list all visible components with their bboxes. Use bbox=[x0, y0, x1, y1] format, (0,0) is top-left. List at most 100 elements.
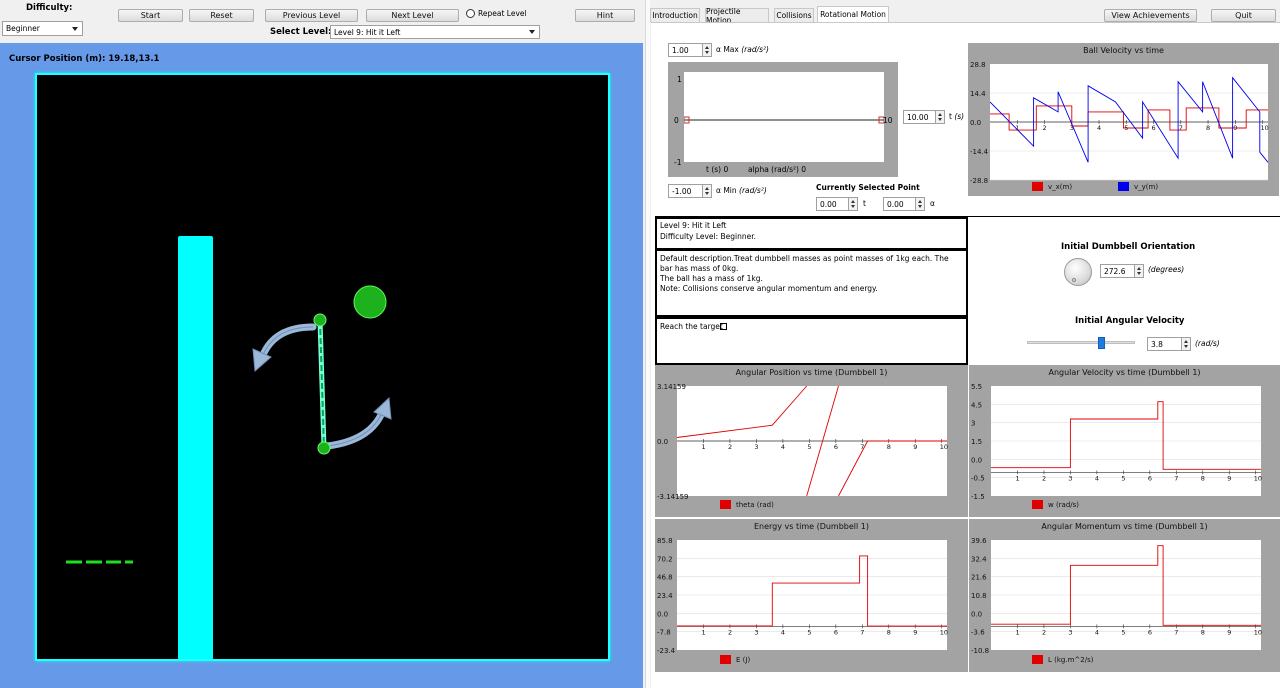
ball-velocity-chart: Ball Velocity vs time 28.8 14.4 0.0 -14.4 -2… bbox=[968, 43, 1279, 196]
y-tick-label: 0.0 bbox=[971, 456, 982, 464]
alpha-y-mid: 0 bbox=[674, 116, 679, 125]
tab-projectile-motion[interactable]: Projectile Motion bbox=[705, 7, 769, 25]
x-tick-label: 2 bbox=[1043, 124, 1047, 132]
slider-handle[interactable] bbox=[1098, 337, 1105, 349]
quit-button[interactable]: Quit bbox=[1211, 9, 1276, 22]
orientation-title: Initial Dumbbell Orientation bbox=[1061, 242, 1196, 252]
game-canvas[interactable] bbox=[35, 73, 610, 661]
energy-chart: Energy vs time (Dumbbell 1) 85.8 70.2 46.8… bbox=[655, 519, 968, 672]
x-tick-label: 7 bbox=[860, 628, 864, 636]
t-max-value: 10.00 bbox=[907, 112, 929, 122]
rotate-cw-arrow bbox=[323, 409, 386, 450]
angular-velocity-spinbox[interactable]: 3.8 bbox=[1147, 337, 1191, 351]
spin-arrows-icon[interactable] bbox=[1181, 338, 1190, 350]
y-tick-label: 3 bbox=[971, 420, 975, 428]
x-tick-label: 6 bbox=[834, 443, 838, 451]
y-tick-label: 10.8 bbox=[971, 592, 987, 600]
alpha-min-spinbox[interactable]: -1.00 bbox=[668, 184, 712, 198]
legend-label: L (kg.m^2/s) bbox=[1048, 656, 1094, 664]
x-tick-label: 4 bbox=[781, 628, 785, 636]
y-tick-label: -3.6 bbox=[971, 629, 985, 637]
alpha-max-value: 1.00 bbox=[672, 45, 689, 55]
x-tick-label: 4 bbox=[781, 443, 785, 451]
orientation-dial[interactable] bbox=[1064, 258, 1092, 286]
x-tick-label: 7 bbox=[1174, 628, 1178, 636]
angular-velocity-svg: 5.5 4.5 3 1.5 0.0 -0.5 -1.5 1 2 3 4 5 6 7 8 9 10 w (rad/s… bbox=[971, 383, 1262, 509]
previous-level-button[interactable]: Previous Level bbox=[265, 9, 358, 22]
alpha-readout-t: t (s) 0 bbox=[706, 165, 729, 174]
legend-label: v_x(m) bbox=[1048, 183, 1072, 191]
reset-button[interactable]: Reset bbox=[189, 9, 254, 22]
x-tick-label: 2 bbox=[728, 443, 732, 451]
y-tick-label: 32.4 bbox=[971, 555, 987, 563]
energy-svg: 85.8 70.2 46.8 23.4 0.0 -7.8 -23.4 1 2 3 4 5 6 7 8 9 10 E… bbox=[657, 537, 948, 664]
y-tick-label: 85.8 bbox=[657, 537, 673, 545]
angular-velocity-value: 3.8 bbox=[1151, 339, 1163, 349]
spin-arrows-icon[interactable] bbox=[848, 198, 857, 210]
angular-position-chart: Angular Position vs time (Dumbbell 1) 3.… bbox=[655, 365, 968, 517]
level-difficulty: Difficulty Level: Beginner. bbox=[660, 232, 757, 241]
alpha-plot[interactable] bbox=[684, 72, 884, 162]
x-tick-label: 2 bbox=[1042, 628, 1046, 636]
spin-arrows-icon[interactable] bbox=[702, 185, 711, 197]
y-tick-label: 23.4 bbox=[657, 592, 673, 600]
x-tick-label: 1 bbox=[701, 443, 705, 451]
x-tick-label: 10 bbox=[1254, 628, 1262, 636]
cyan-wall bbox=[178, 236, 213, 659]
tab-collisions[interactable]: Collisions bbox=[774, 8, 814, 22]
y-tick-label: -28.8 bbox=[970, 177, 988, 185]
selected-alpha-spinbox[interactable]: 0.00 bbox=[883, 197, 925, 211]
angular-position-svg: 3.14159 0.0 -3.14159 1 2 3 4 5 6 7 8 9 10 theta (rad) bbox=[657, 383, 948, 509]
t-max-spinbox[interactable]: 10.00 bbox=[903, 110, 945, 124]
repeat-level-radio[interactable] bbox=[466, 9, 475, 18]
y-tick-label: 4.5 bbox=[971, 401, 982, 409]
angular-velocity-slider[interactable] bbox=[1027, 336, 1135, 350]
angular-momentum-chart: Angular Momentum vs time (Dumbbell 1) 39… bbox=[969, 519, 1280, 672]
x-tick-label: 2 bbox=[1042, 474, 1046, 482]
difficulty-value: Beginner bbox=[6, 24, 40, 33]
spin-arrows-icon[interactable] bbox=[915, 198, 924, 210]
tab-introduction[interactable]: Introduction bbox=[650, 8, 700, 22]
x-tick-label: 8 bbox=[1201, 628, 1205, 636]
description-line-1: Default description.Treat dumbbell masse… bbox=[660, 254, 949, 273]
legend-swatch bbox=[720, 500, 731, 509]
select-level-combo[interactable]: Level 9: Hit it Left bbox=[330, 25, 540, 39]
orientation-value: 272.6 bbox=[1104, 266, 1126, 276]
x-tick-label: 5 bbox=[1121, 474, 1125, 482]
alpha-max-spinbox[interactable]: 1.00 bbox=[668, 43, 712, 57]
view-achievements-button[interactable]: View Achievements bbox=[1104, 9, 1197, 22]
game-scene bbox=[66, 236, 392, 659]
x-tick-label: 9 bbox=[1227, 628, 1231, 636]
spin-arrows-icon[interactable] bbox=[935, 111, 944, 123]
alpha-plot-svg bbox=[684, 116, 884, 124]
difficulty-combo[interactable]: Beginner bbox=[2, 21, 83, 36]
panel-separator bbox=[655, 216, 1280, 217]
description-line-2: The ball has a mass of 1kg. bbox=[660, 274, 763, 283]
orientation-spinbox[interactable]: 272.6 bbox=[1100, 264, 1144, 278]
spin-arrows-icon[interactable] bbox=[1134, 265, 1143, 277]
x-tick-label: 7 bbox=[860, 443, 864, 451]
x-tick-label: 6 bbox=[834, 628, 838, 636]
tab-rotational-motion[interactable]: Rotational Motion bbox=[817, 6, 889, 22]
legend-swatch bbox=[1032, 182, 1043, 191]
description-line-3: Note: Collisions conserve angular moment… bbox=[660, 284, 878, 293]
y-tick-label: 14.4 bbox=[970, 90, 986, 98]
x-tick-label: 1 bbox=[701, 628, 705, 636]
next-level-button[interactable]: Next Level bbox=[366, 9, 459, 22]
x-tick-label: 3 bbox=[754, 443, 758, 451]
y-tick-label: -10.8 bbox=[971, 647, 989, 655]
hint-button[interactable]: Hint bbox=[575, 9, 635, 22]
y-tick-label: 0.0 bbox=[657, 438, 668, 446]
x-tick-label: 9 bbox=[913, 628, 917, 636]
level-info-panel: Level 9: Hit it Left Difficulty Level: B… bbox=[655, 217, 968, 250]
spin-arrows-icon[interactable] bbox=[702, 44, 711, 56]
selected-t-spinbox[interactable]: 0.00 bbox=[816, 197, 858, 211]
chevron-down-icon bbox=[529, 30, 535, 34]
start-button[interactable]: Start bbox=[118, 9, 183, 22]
x-tick-label: 8 bbox=[1201, 474, 1205, 482]
select-level-value: Level 9: Hit it Left bbox=[334, 27, 401, 37]
x-tick-label: 5 bbox=[1121, 628, 1125, 636]
level-description-panel: Default description.Treat dumbbell masse… bbox=[655, 249, 968, 317]
x-tick-label: 8 bbox=[887, 443, 891, 451]
x-tick-label: 9 bbox=[913, 443, 917, 451]
